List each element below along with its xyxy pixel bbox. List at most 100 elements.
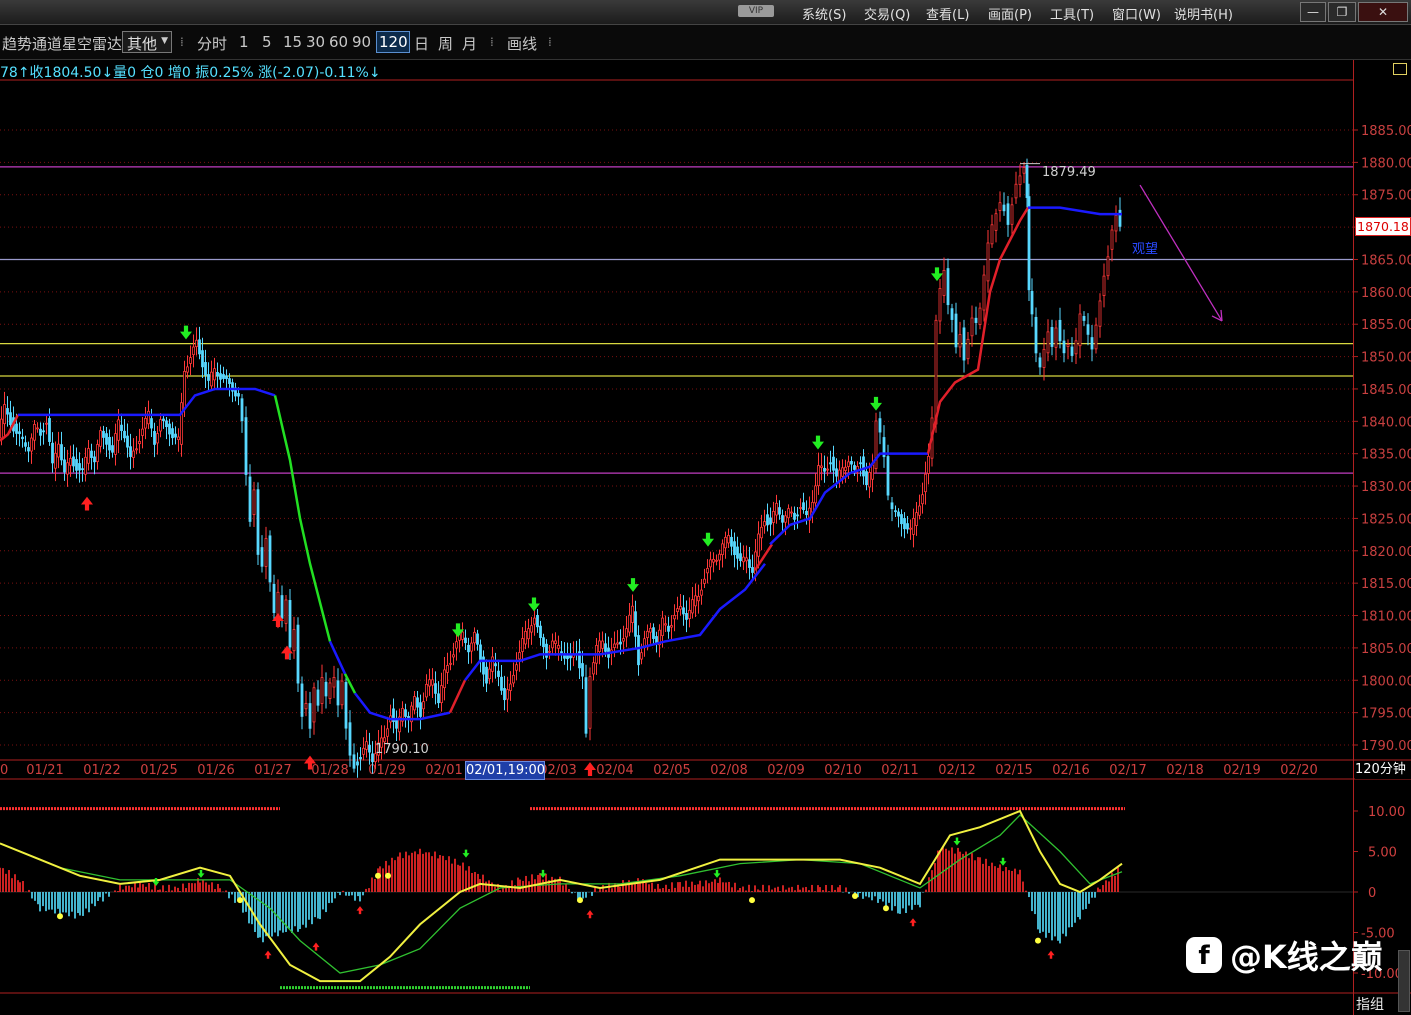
annotation-label: 1879.49 <box>1042 165 1096 180</box>
candle-body <box>1070 346 1074 356</box>
x-date-label: 02/10 <box>824 763 861 778</box>
candle-body <box>87 448 90 464</box>
quote-info-change: 涨(-2.07)-0.11%↓ <box>258 65 381 81</box>
candle-body <box>1082 316 1086 321</box>
menu-screen[interactable]: 画面(P) <box>988 4 1032 23</box>
candle-body <box>36 427 39 430</box>
candle-body <box>117 419 120 441</box>
candle-body <box>730 536 733 547</box>
candle-body <box>90 450 93 458</box>
period-120-active[interactable]: 120 <box>376 31 410 53</box>
candle-body <box>332 677 336 688</box>
candle-body <box>1106 256 1110 277</box>
candle-body <box>685 613 688 620</box>
x-date-label: 02/16 <box>1052 763 1089 778</box>
candle-body <box>219 373 222 380</box>
candle-body <box>637 635 640 666</box>
star-radar-button[interactable]: 星空雷达 <box>62 33 122 54</box>
menu-system[interactable]: 系统(S) <box>802 4 846 23</box>
period-15[interactable]: 15 <box>283 33 302 51</box>
candle-body <box>162 418 165 422</box>
candle-body <box>431 679 434 686</box>
period-1[interactable]: 1 <box>239 33 249 51</box>
candle-body <box>542 637 545 648</box>
y-tick-label: 1820.00 <box>1361 545 1411 560</box>
period-90[interactable]: 90 <box>352 33 371 51</box>
candle-body <box>464 637 467 644</box>
candle-body <box>186 366 189 373</box>
candle-body <box>156 433 159 444</box>
candle-body <box>1090 337 1094 350</box>
candle-body <box>982 274 986 311</box>
menu-trade[interactable]: 交易(Q) <box>864 4 910 23</box>
period-60[interactable]: 60 <box>329 33 348 51</box>
y-tick-label: 1795.00 <box>1361 707 1411 722</box>
trend-channel-button[interactable]: 趋势通道 <box>2 33 62 54</box>
separator-icon: ⁞ <box>548 35 552 49</box>
panel-toggle-icon[interactable] <box>1393 63 1407 75</box>
candle-body <box>938 288 942 322</box>
candle-body <box>918 505 921 516</box>
y-tick-label: 1815.00 <box>1361 577 1411 592</box>
candle-body <box>847 461 850 467</box>
candle-body <box>878 418 882 433</box>
chart-svg[interactable]: 1790.00 1795.00 1800.00 1805.00 1810.00 1815.… <box>0 60 1411 1015</box>
candle-body <box>183 371 186 410</box>
draw-line-button[interactable]: 画线 <box>507 33 537 54</box>
candle-body <box>485 666 488 684</box>
candle-body <box>974 317 978 323</box>
candle-body <box>15 423 18 434</box>
candle-body <box>915 512 918 526</box>
candle-body <box>986 242 990 282</box>
candle-body <box>958 334 962 348</box>
minimize-button[interactable]: — <box>1300 2 1326 22</box>
menu-view[interactable]: 查看(L) <box>926 4 969 23</box>
candle-body <box>506 689 509 700</box>
title-bar: VIP 系统(S) 交易(Q) 查看(L) 画面(P) 工具(T) 窗口(W) … <box>0 0 1411 25</box>
candle-body <box>9 412 12 425</box>
scrollbar[interactable] <box>1398 950 1410 1012</box>
vip-badge[interactable]: VIP <box>738 5 774 17</box>
period-30[interactable]: 30 <box>306 33 325 51</box>
menu-help[interactable]: 说明书(H) <box>1174 4 1233 23</box>
candle-body <box>141 428 144 436</box>
period-day[interactable]: 日 <box>414 33 429 54</box>
osc-signal-dot <box>385 872 391 879</box>
osc-signal-dot <box>852 893 858 900</box>
candle-body <box>264 538 268 567</box>
candle-body <box>189 357 192 364</box>
candle-body <box>673 615 676 620</box>
close-button[interactable]: ✕ <box>1358 2 1408 22</box>
candle-body <box>664 623 667 626</box>
candle-body <box>700 589 703 596</box>
period-timeshare[interactable]: 分时 <box>197 33 227 54</box>
candle-body <box>823 467 826 472</box>
watermark: f @K线之巅 <box>1186 932 1383 978</box>
period-month[interactable]: 月 <box>462 33 477 54</box>
x-date-label: 02/01 <box>425 763 462 778</box>
menu-window[interactable]: 窗口(W) <box>1112 4 1161 23</box>
indicator-select[interactable]: 其他 ▼ <box>122 31 172 53</box>
candle-body <box>518 652 521 660</box>
candle-body <box>706 568 709 574</box>
y-tick-label: 1800.00 <box>1361 674 1411 689</box>
x-date-label: 01/21 <box>26 763 63 778</box>
restore-button[interactable]: ❐ <box>1328 2 1356 22</box>
candle-body <box>288 600 292 648</box>
x-date-label: 02/11 <box>881 763 918 778</box>
candle-body <box>365 741 368 750</box>
period-5[interactable]: 5 <box>262 33 272 51</box>
candle-body <box>775 502 778 516</box>
candle-body <box>225 375 228 380</box>
y-tick-label: 1865.00 <box>1361 253 1411 268</box>
indicator-group-label[interactable]: 指组 <box>1356 994 1384 1014</box>
candle-body <box>1118 209 1122 227</box>
candle-body <box>111 445 114 453</box>
candle-body <box>449 662 452 665</box>
period-week[interactable]: 周 <box>438 33 453 54</box>
candle-body <box>39 428 42 436</box>
menu-tools[interactable]: 工具(T) <box>1050 4 1094 23</box>
y-tick-label: 1790.00 <box>1361 739 1411 754</box>
candle-body <box>688 609 691 620</box>
candle-body <box>509 683 512 691</box>
